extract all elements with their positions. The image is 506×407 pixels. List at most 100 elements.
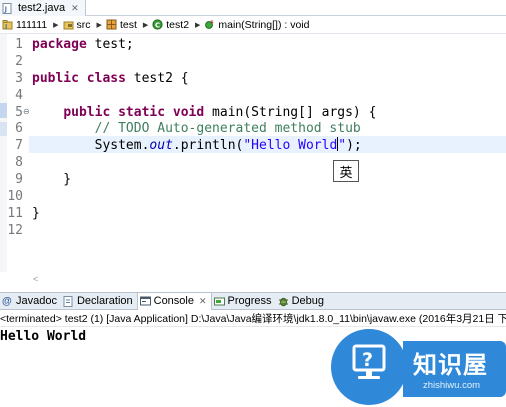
ime-indicator: 英	[333, 160, 359, 182]
breadcrumb-label: main(String[]) : void	[218, 18, 310, 31]
source-folder-icon	[63, 21, 74, 30]
class-icon: C	[152, 19, 163, 30]
breadcrumb-label: src	[76, 18, 91, 31]
line-number-gutter: 1 2 3 4 5 6 7 8 9 10 11 12	[7, 34, 29, 272]
chevron-right-icon: ▶	[142, 21, 149, 29]
method-icon: s	[205, 20, 214, 29]
code-line: }	[32, 206, 40, 221]
horizontal-scrollbar[interactable]: <	[29, 274, 506, 286]
watermark-logo: ? 知识屋 zhishiwu.com	[331, 327, 506, 407]
chevron-right-icon: ▶	[195, 21, 201, 29]
console-process-status: <terminated> test2 (1) [Java Application…	[0, 311, 506, 327]
svg-text:J: J	[4, 24, 7, 30]
code-line: package test;	[32, 36, 134, 53]
line-number: 4	[15, 88, 23, 103]
editor-tab-test2-java[interactable]: J test2.java ✕	[0, 0, 86, 16]
code-line: public static void main(String[] args) {	[32, 104, 376, 121]
java-file-icon: J	[2, 3, 12, 14]
ruler-marker	[0, 103, 7, 118]
line-number: 12	[7, 223, 23, 238]
code-comment: // TODO Auto-generated method stub	[94, 121, 361, 136]
code-line: public class test2 {	[32, 70, 189, 87]
string-literal: "	[338, 138, 347, 153]
tab-console[interactable]: Console ✕	[136, 292, 212, 310]
code-text: .println(	[172, 138, 244, 153]
line-number: 2	[15, 54, 23, 69]
breadcrumb: J 111111 ▶ src ▶ test ▶ C test2 ▶ s main…	[0, 16, 506, 34]
watermark-badge: ?	[331, 329, 407, 405]
keyword: public	[32, 71, 79, 86]
breadcrumb-item-test2[interactable]: C test2	[152, 19, 189, 31]
views-tab-bar: @ Javadoc Declaration Console ✕ Progress…	[0, 292, 506, 310]
code-text: test;	[86, 37, 134, 52]
line-number: 1	[15, 37, 23, 52]
line-number: 11	[7, 206, 23, 221]
line-number: 5	[15, 105, 23, 120]
monitor-question-icon: ?	[352, 344, 386, 379]
breadcrumb-label: test	[119, 18, 137, 31]
javadoc-icon: @	[2, 295, 12, 307]
editor-tab-label: test2.java	[18, 2, 66, 14]
editor-tab-bar: J test2.java ✕	[0, 0, 506, 16]
close-icon[interactable]: ✕	[199, 296, 207, 307]
package-icon	[106, 19, 117, 30]
tab-progress[interactable]: Progress	[212, 293, 276, 310]
breadcrumb-item-main[interactable]: s main(String[]) : void	[204, 19, 309, 31]
code-editor[interactable]: 1 2 3 4 5 6 7 8 9 10 11 12 ⊖ package tes…	[0, 34, 506, 284]
svg-text:C: C	[155, 21, 160, 29]
line-number: 6	[15, 121, 23, 136]
close-icon[interactable]: ✕	[71, 3, 79, 14]
console-output-line: Hello World	[0, 329, 87, 344]
tab-label: Declaration	[76, 295, 133, 307]
fold-collapse-icon[interactable]: ⊖	[23, 107, 30, 116]
tab-label: Debug	[291, 295, 324, 307]
console-icon	[139, 296, 151, 305]
project-icon: J	[2, 20, 13, 30]
line-number: 8	[15, 155, 23, 170]
svg-text:s: s	[211, 20, 214, 26]
keyword: static	[118, 105, 166, 120]
line-number: 10	[7, 189, 23, 204]
static-field: out	[149, 138, 173, 153]
tab-declaration[interactable]: Declaration	[61, 293, 137, 310]
line-number: 3	[15, 71, 23, 86]
keyword: package	[32, 37, 87, 52]
string-literal: "Hello World	[243, 138, 338, 153]
code-line: }	[32, 172, 72, 187]
progress-icon	[213, 297, 225, 305]
tab-label: Console	[153, 295, 194, 307]
code-text: System.	[94, 138, 150, 153]
chevron-right-icon: ▶	[96, 21, 102, 29]
scroll-left-icon[interactable]: <	[33, 274, 38, 284]
tab-javadoc[interactable]: @ Javadoc	[0, 293, 61, 310]
tab-debug[interactable]: Debug	[276, 293, 328, 310]
svg-text:J: J	[4, 6, 8, 14]
watermark-brand: 知识屋	[413, 351, 488, 379]
ruler-marker	[0, 122, 7, 136]
breadcrumb-item-test[interactable]: test	[106, 19, 137, 31]
chevron-right-icon: ▶	[53, 21, 59, 29]
debug-icon	[278, 297, 288, 306]
breadcrumb-item-project[interactable]: J 111111	[2, 19, 47, 31]
code-line: System.out.println("Hello World");	[32, 137, 362, 154]
code-text: main(String[] args) {	[204, 105, 377, 120]
keyword: void	[172, 105, 205, 120]
tab-label: Progress	[227, 295, 272, 307]
keyword: class	[86, 71, 126, 86]
line-number: 7	[15, 138, 23, 153]
declaration-icon	[63, 295, 73, 307]
code-text: );	[346, 138, 362, 153]
line-number: 9	[15, 172, 23, 187]
keyword: public	[63, 105, 111, 120]
code-text: test2 {	[125, 71, 189, 86]
code-line: // TODO Auto-generated method stub	[32, 120, 361, 137]
breadcrumb-label: 111111	[16, 18, 48, 31]
svg-text:?: ?	[362, 349, 373, 371]
breadcrumb-item-src[interactable]: src	[63, 19, 91, 31]
breadcrumb-label: test2	[166, 18, 190, 31]
watermark-domain: zhishiwu.com	[423, 380, 481, 391]
tab-label: Javadoc	[16, 295, 57, 307]
